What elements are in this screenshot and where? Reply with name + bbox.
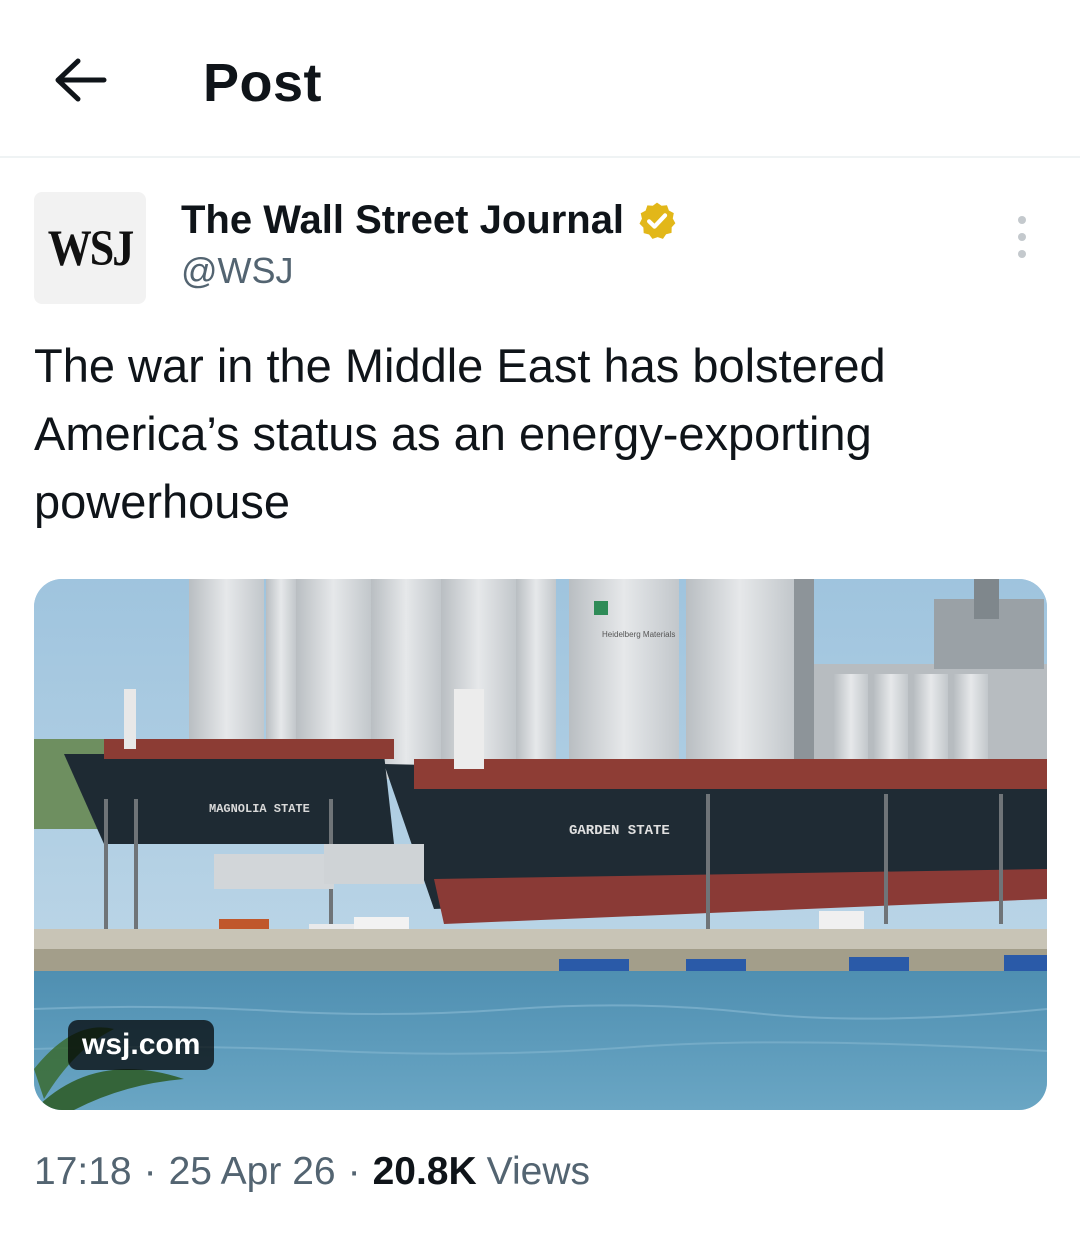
separator-dot: ·	[347, 1150, 361, 1193]
tweet-meta: 17:18 · 25 Apr 26 · 20.8K Views	[34, 1150, 590, 1194]
author-name-row: The Wall Street Journal	[181, 198, 678, 243]
post-time[interactable]: 17:18	[34, 1150, 132, 1194]
author-display-name[interactable]: The Wall Street Journal	[181, 198, 624, 243]
silo-brand-text: Heidelberg Materials	[602, 630, 675, 639]
post-date[interactable]: 25 Apr 26	[169, 1150, 336, 1194]
avatar-logo-text: WSJ	[47, 219, 134, 277]
link-domain-badge: wsj.com	[68, 1020, 215, 1070]
link-card-image[interactable]: Heidelberg Materials MAGNOLIA STATE GARD…	[34, 579, 1047, 1110]
back-button[interactable]	[48, 50, 112, 110]
page-title: Post	[203, 53, 323, 113]
arrow-left-icon	[55, 58, 107, 102]
ship-name-left: MAGNOLIA STATE	[209, 802, 310, 816]
more-vertical-icon	[1018, 216, 1026, 224]
avatar[interactable]: WSJ	[34, 192, 146, 304]
tweet-text: The war in the Middle East has bolstered…	[34, 339, 886, 528]
top-bar: Post	[0, 0, 1080, 156]
views-count[interactable]: 20.8K	[373, 1150, 477, 1194]
author-handle[interactable]: @WSJ	[181, 250, 294, 292]
separator-dot: ·	[143, 1150, 157, 1193]
views-label: Views	[486, 1150, 590, 1193]
header-divider	[0, 156, 1080, 158]
more-options-button[interactable]	[1000, 212, 1044, 262]
verified-badge-icon[interactable]	[636, 200, 678, 242]
ship-name-right: GARDEN STATE	[569, 823, 670, 839]
